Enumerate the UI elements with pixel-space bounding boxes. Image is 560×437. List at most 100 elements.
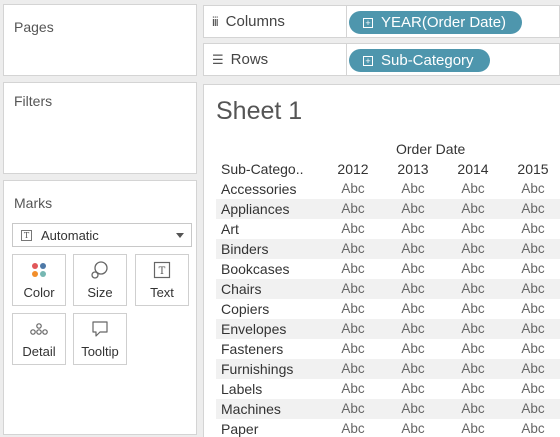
table-cell[interactable]: Abc (508, 181, 558, 196)
table-row[interactable]: Fasteners Abc Abc Abc Abc (216, 339, 560, 359)
table-cell[interactable]: Abc (328, 301, 378, 316)
table-cell[interactable]: Abc (328, 281, 378, 296)
row-header-cell[interactable]: Chairs (221, 281, 261, 297)
text-icon: T (136, 255, 188, 285)
pages-card[interactable]: Pages (3, 4, 197, 76)
table-cell[interactable]: Abc (508, 361, 558, 376)
row-header-cell[interactable]: Copiers (221, 301, 269, 317)
expand-plus-icon[interactable]: + (363, 17, 373, 28)
year-order-date-pill[interactable]: + YEAR(Order Date) (349, 11, 523, 34)
table-cell[interactable]: Abc (328, 221, 378, 236)
table-row[interactable]: Bookcases Abc Abc Abc Abc (216, 259, 560, 279)
tooltip-button[interactable]: Tooltip (73, 313, 127, 365)
table-cell[interactable]: Abc (448, 341, 498, 356)
table-cell[interactable]: Abc (328, 201, 378, 216)
table-cell[interactable]: Abc (448, 281, 498, 296)
table-row[interactable]: Labels Abc Abc Abc Abc (216, 379, 560, 399)
year-header[interactable]: 2012 (328, 161, 378, 177)
sub-category-header[interactable]: Sub-Catego.. (221, 161, 304, 177)
table-cell[interactable]: Abc (508, 281, 558, 296)
table-cell[interactable]: Abc (448, 201, 498, 216)
table-cell[interactable]: Abc (508, 321, 558, 336)
table-cell[interactable]: Abc (508, 381, 558, 396)
table-cell[interactable]: Abc (388, 201, 438, 216)
year-header[interactable]: 2015 (508, 161, 558, 177)
mark-type-dropdown[interactable]: T Automatic (12, 223, 192, 247)
table-cell[interactable]: Abc (448, 181, 498, 196)
table-row[interactable]: Furnishings Abc Abc Abc Abc (216, 359, 560, 379)
table-cell[interactable]: Abc (448, 301, 498, 316)
table-cell[interactable]: Abc (388, 401, 438, 416)
table-cell[interactable]: Abc (388, 321, 438, 336)
table-cell[interactable]: Abc (328, 421, 378, 436)
table-row[interactable]: Copiers Abc Abc Abc Abc (216, 299, 560, 319)
table-cell[interactable]: Abc (388, 341, 438, 356)
order-date-header[interactable]: Order Date (396, 141, 465, 157)
table-cell[interactable]: Abc (328, 341, 378, 356)
table-cell[interactable]: Abc (448, 421, 498, 436)
table-cell[interactable]: Abc (388, 221, 438, 236)
table-cell[interactable]: Abc (388, 281, 438, 296)
row-header-cell[interactable]: Machines (221, 401, 281, 417)
table-cell[interactable]: Abc (448, 361, 498, 376)
table-cell[interactable]: Abc (388, 381, 438, 396)
row-header-cell[interactable]: Envelopes (221, 321, 286, 337)
table-cell[interactable]: Abc (508, 261, 558, 276)
table-row[interactable]: Machines Abc Abc Abc Abc (216, 399, 560, 419)
table-cell[interactable]: Abc (328, 401, 378, 416)
row-header-cell[interactable]: Furnishings (221, 361, 293, 377)
row-header-cell[interactable]: Binders (221, 241, 268, 257)
sheet-view[interactable]: Sheet 1 Order Date Sub-Catego.. 2012 201… (203, 84, 560, 437)
expand-plus-icon[interactable]: + (363, 55, 373, 66)
table-row[interactable]: Binders Abc Abc Abc Abc (216, 239, 560, 259)
table-row[interactable]: Appliances Abc Abc Abc Abc (216, 199, 560, 219)
text-button[interactable]: T Text (135, 254, 189, 306)
year-header[interactable]: 2013 (388, 161, 438, 177)
table-cell[interactable]: Abc (328, 321, 378, 336)
table-cell[interactable]: Abc (328, 361, 378, 376)
table-cell[interactable]: Abc (388, 261, 438, 276)
table-cell[interactable]: Abc (328, 261, 378, 276)
year-header[interactable]: 2014 (448, 161, 498, 177)
table-row[interactable]: Accessories Abc Abc Abc Abc (216, 179, 560, 199)
size-button[interactable]: Size (73, 254, 127, 306)
table-cell[interactable]: Abc (448, 381, 498, 396)
table-cell[interactable]: Abc (448, 241, 498, 256)
table-cell[interactable]: Abc (328, 381, 378, 396)
row-header-cell[interactable]: Art (221, 221, 239, 237)
color-button[interactable]: Color (12, 254, 66, 306)
table-cell[interactable]: Abc (508, 301, 558, 316)
table-cell[interactable]: Abc (508, 201, 558, 216)
table-cell[interactable]: Abc (388, 421, 438, 436)
table-cell[interactable]: Abc (448, 221, 498, 236)
table-cell[interactable]: Abc (388, 241, 438, 256)
table-cell[interactable]: Abc (388, 361, 438, 376)
row-header-cell[interactable]: Bookcases (221, 261, 289, 277)
sub-category-pill[interactable]: + Sub-Category (349, 49, 490, 72)
table-row[interactable]: Chairs Abc Abc Abc Abc (216, 279, 560, 299)
table-cell[interactable]: Abc (508, 221, 558, 236)
table-cell[interactable]: Abc (388, 301, 438, 316)
filters-card[interactable]: Filters (3, 82, 197, 174)
table-cell[interactable]: Abc (328, 241, 378, 256)
row-header-cell[interactable]: Labels (221, 381, 262, 397)
table-cell[interactable]: Abc (508, 341, 558, 356)
row-header-cell[interactable]: Paper (221, 421, 258, 437)
table-cell[interactable]: Abc (508, 401, 558, 416)
rows-shelf[interactable]: ☰ Rows + Sub-Category (203, 43, 560, 76)
table-cell[interactable]: Abc (388, 181, 438, 196)
row-header-cell[interactable]: Appliances (221, 201, 290, 217)
table-cell[interactable]: Abc (328, 181, 378, 196)
table-row[interactable]: Paper Abc Abc Abc Abc (216, 419, 560, 437)
table-cell[interactable]: Abc (508, 241, 558, 256)
detail-button[interactable]: Detail (12, 313, 66, 365)
columns-shelf[interactable]: iii Columns + YEAR(Order Date) (203, 5, 560, 38)
table-cell[interactable]: Abc (448, 321, 498, 336)
table-cell[interactable]: Abc (448, 401, 498, 416)
table-cell[interactable]: Abc (448, 261, 498, 276)
table-cell[interactable]: Abc (508, 421, 558, 436)
row-header-cell[interactable]: Fasteners (221, 341, 283, 357)
row-header-cell[interactable]: Accessories (221, 181, 296, 197)
table-row[interactable]: Envelopes Abc Abc Abc Abc (216, 319, 560, 339)
table-row[interactable]: Art Abc Abc Abc Abc (216, 219, 560, 239)
